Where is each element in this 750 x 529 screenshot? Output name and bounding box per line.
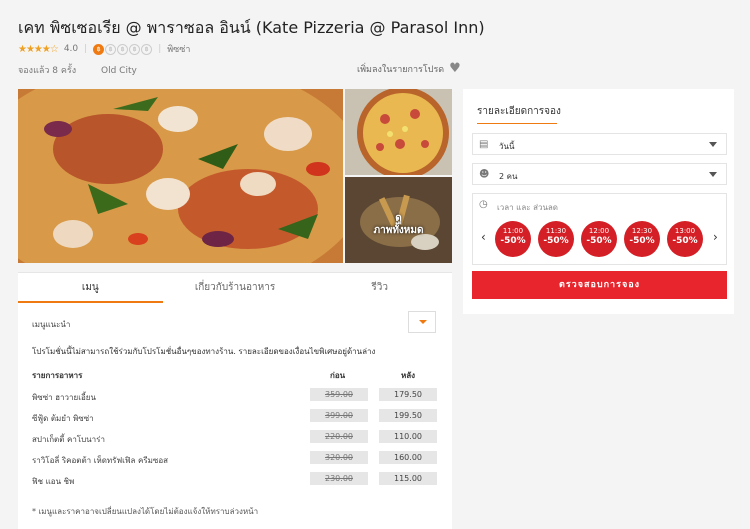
pizza-photo (18, 89, 343, 263)
chevron-right-icon[interactable]: › (713, 230, 718, 244)
menu-panel: เมนูแนะนำ โปรโมชั่นนี้ไม่สามารถใช้ร่วมกั… (18, 303, 452, 529)
slot-discount: -50% (672, 236, 698, 246)
price-after: 160.00 (379, 451, 437, 464)
time-slot[interactable]: 11:30 -50% (538, 221, 574, 257)
guests-select[interactable]: ☻ 2 คน (472, 163, 727, 185)
rating-value: 4.0 (63, 44, 79, 54)
calendar-icon: ▤ (479, 139, 489, 150)
col-header-after: หลัง (401, 371, 416, 380)
slot-discount: -50% (629, 236, 655, 246)
time-slot[interactable]: 12:00 -50% (581, 221, 617, 257)
slot-discount: -50% (500, 236, 526, 246)
date-value: วันนี้ (499, 142, 515, 151)
menu-row: สปาเก็ตตี้ คาโบนาร่า 220.00 110.00 (32, 429, 442, 450)
item-name: ซีฟู้ด ต้มยำ พิซซ่า (32, 414, 94, 423)
tab-reviews[interactable]: รีวิว (307, 273, 452, 303)
chevron-down-icon (709, 172, 717, 177)
favorite-label: เพิ่มลงในรายการโปรด (357, 64, 445, 75)
tab-menu[interactable]: เมนู (18, 273, 163, 303)
time-slot[interactable]: 12:30 -50% (624, 221, 660, 257)
slot-time: 12:00 (588, 227, 610, 235)
heart-icon: ♥ (449, 61, 461, 76)
price-level-dot: ฿ (105, 43, 117, 55)
price-level-dot: ฿ (141, 43, 153, 55)
price-after: 199.50 (379, 409, 437, 422)
time-slot[interactable]: 13:00 -50% (667, 221, 703, 257)
page-title: เคท พิซเซอเรีย @ พาราซอล อินน์ (Kate Piz… (18, 18, 485, 37)
time-slot[interactable]: 11:00 -50% (495, 221, 531, 257)
area-link[interactable]: Old City (101, 66, 137, 76)
date-select[interactable]: ▤ วันนี้ (472, 133, 727, 155)
price-after: 179.50 (379, 388, 437, 401)
slot-time: 11:30 (545, 227, 567, 235)
cuisine-tag[interactable]: พิซซ่า (167, 42, 190, 56)
price-level-dot: ฿ (93, 43, 105, 55)
menu-selector-label: เมนูแนะนำ (32, 320, 71, 329)
menu-table: พิซซ่า ฮาวายเอี้ยน 359.00 179.50 ซีฟู้ด … (32, 387, 442, 492)
view-all-label: ดู ภาพทั้งหมด (345, 213, 452, 237)
menu-footnote: * เมนูและราคาอาจเปลี่ยนแปลงได้โดยไม่ต้อง… (32, 507, 259, 516)
price-before: 230.00 (310, 472, 368, 485)
slot-time: 11:00 (502, 227, 524, 235)
menu-row: พิซซ่า ฮาวายเอี้ยน 359.00 179.50 (32, 387, 442, 408)
tab-about[interactable]: เกี่ยวกับร้านอาหาร (163, 273, 308, 303)
chevron-left-icon[interactable]: ‹ (481, 230, 486, 244)
chevron-down-icon (709, 142, 717, 147)
item-name: สปาเก็ตตี้ คาโบนาร่า (32, 435, 105, 444)
promo-note: โปรโมชั่นนี้ไม่สามารถใช้ร่วมกับโปรโมชั่น… (32, 347, 376, 356)
meta-row: จองแล้ว 8 ครั้ง Old City (18, 63, 159, 77)
booking-panel: รายละเอียดการจอง ▤ วันนี้ ☻ 2 คน ◷ เวลา … (463, 89, 734, 314)
price-before: 220.00 (310, 430, 368, 443)
rating-row: ★★★★☆ 4.0 | ฿ ฿ ฿ ฿ ฿ | พิซซ่า (18, 42, 190, 56)
view-all-line-2: ภาพทั้งหมด (373, 225, 424, 236)
price-before: 399.00 (310, 409, 368, 422)
view-all-photos[interactable]: ดู ภาพทั้งหมด (345, 177, 452, 263)
pizza-photo (345, 89, 452, 175)
content-tabs: เมนู เกี่ยวกับร้านอาหาร รีวิว (18, 272, 452, 304)
booking-count: จองแล้ว 8 ครั้ง (18, 66, 77, 76)
menu-row: ซีฟู้ด ต้มยำ พิซซ่า 399.00 199.50 (32, 408, 442, 429)
side-photo[interactable] (345, 89, 452, 175)
clock-icon: ◷ (479, 199, 488, 210)
slot-discount: -50% (586, 236, 612, 246)
guests-value: 2 คน (499, 172, 518, 181)
view-all-line-1: ดู (395, 213, 402, 224)
price-after: 115.00 (379, 472, 437, 485)
price-level-dot: ฿ (117, 43, 129, 55)
price-level: ฿ ฿ ฿ ฿ ฿ (93, 43, 153, 55)
add-favorite-button[interactable]: เพิ่มลงในรายการโปรด ♥ (357, 61, 461, 76)
menu-row: ฟิช แอน ชิพ 230.00 115.00 (32, 471, 442, 492)
price-level-dot: ฿ (129, 43, 141, 55)
price-before: 359.00 (310, 388, 368, 401)
rating-stars: ★★★★☆ (18, 43, 59, 55)
menu-row: ราวิโอลี่ ริคอตต้า เห็ดทรัฟเฟิล ครีมซอส … (32, 450, 442, 471)
slot-time: 12:30 (631, 227, 653, 235)
divider: | (158, 44, 162, 54)
divider: | (84, 44, 88, 54)
item-name: ฟิช แอน ชิพ (32, 477, 75, 486)
booking-title: รายละเอียดการจอง (477, 106, 561, 124)
slot-discount: -50% (543, 236, 569, 246)
col-header-before: ก่อน (330, 371, 346, 380)
people-icon: ☻ (479, 169, 490, 180)
price-after: 110.00 (379, 430, 437, 443)
price-before: 320.00 (310, 451, 368, 464)
time-slot-picker: ◷ เวลา และ ส่วนลด ‹ 11:00 -50% 11:30 -50… (472, 193, 727, 265)
time-label: เวลา และ ส่วนลด (497, 203, 559, 212)
main-photo[interactable] (18, 89, 343, 263)
check-booking-button[interactable]: ตรวจสอบการจอง (472, 271, 727, 299)
slot-time: 13:00 (674, 227, 696, 235)
col-header-item: รายการอาหาร (32, 371, 83, 380)
menu-selector-dropdown[interactable] (408, 311, 436, 333)
item-name: พิซซ่า ฮาวายเอี้ยน (32, 393, 96, 402)
item-name: ราวิโอลี่ ริคอตต้า เห็ดทรัฟเฟิล ครีมซอส (32, 456, 169, 465)
